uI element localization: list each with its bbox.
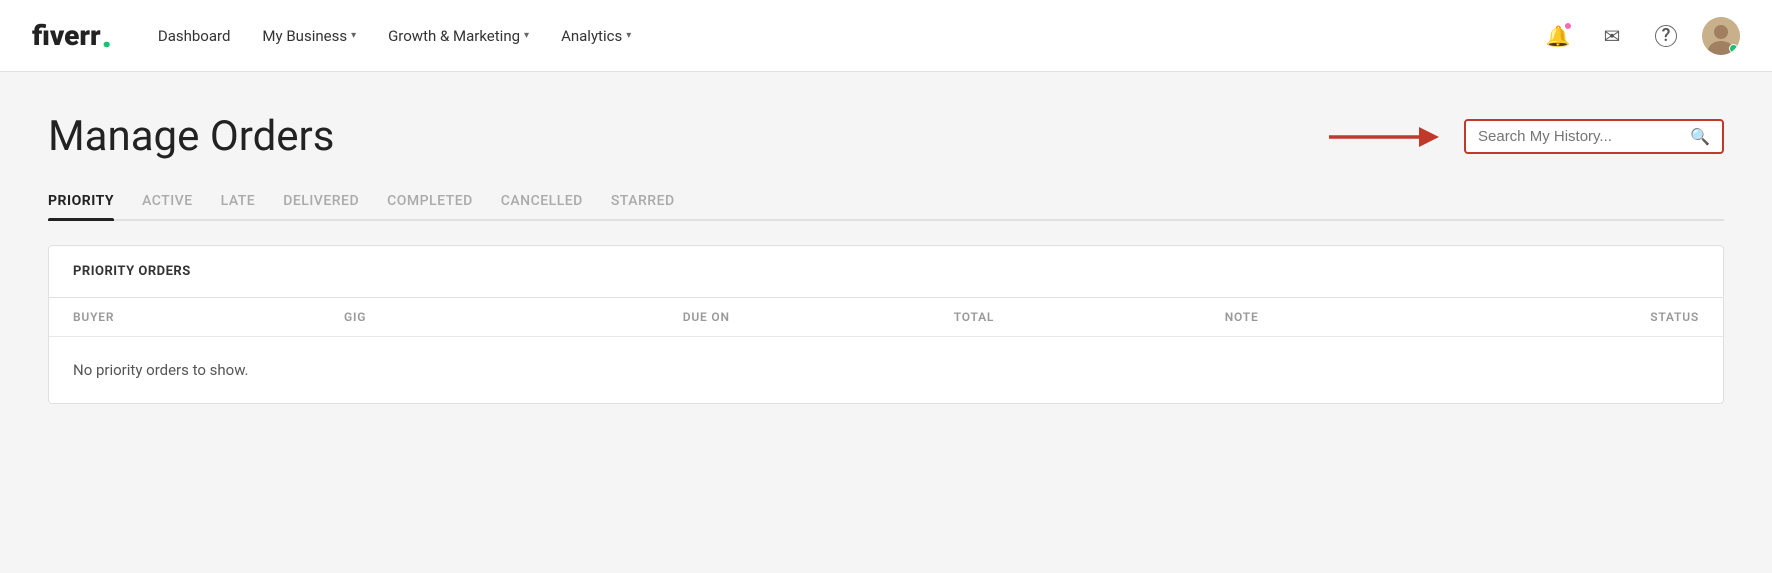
nav-right: 🔔 ✉ ? [1540,17,1740,55]
search-area: 🔍 [1324,117,1724,157]
nav-item-my-business[interactable]: My Business ▾ [248,19,370,53]
col-total: TOTAL [954,310,1225,324]
tab-active[interactable]: ACTIVE [142,193,193,219]
tab-completed[interactable]: COMPLETED [387,193,473,219]
navbar: fiverr. Dashboard My Business ▾ Growth &… [0,0,1772,72]
logo-text: fiverr [32,19,101,52]
page-header: Manage Orders 🔍 [48,112,1724,161]
arrow-annotation [1324,117,1444,157]
mail-icon: ✉ [1604,24,1621,48]
help-button[interactable]: ? [1648,18,1684,54]
main-content: Manage Orders 🔍 PRIORITY ACTIVE LAT [0,72,1772,573]
col-gig: GIG [344,310,683,324]
col-note: NOTE [1225,310,1496,324]
col-status: STATUS [1496,310,1699,324]
page-title: Manage Orders [48,112,334,161]
notification-button[interactable]: 🔔 [1540,18,1576,54]
orders-table-header: BUYER GIG DUE ON TOTAL NOTE STATUS [49,298,1723,337]
nav-item-dashboard[interactable]: Dashboard [144,19,245,53]
online-status-dot [1729,44,1738,53]
tab-late[interactable]: LATE [221,193,256,219]
col-buyer: BUYER [73,310,344,324]
mail-button[interactable]: ✉ [1594,18,1630,54]
fiverr-logo[interactable]: fiverr. [32,19,112,52]
search-icon: 🔍 [1690,127,1710,146]
orders-card: PRIORITY ORDERS BUYER GIG DUE ON TOTAL N… [48,245,1724,404]
order-tabs: PRIORITY ACTIVE LATE DELIVERED COMPLETED… [48,193,1724,221]
orders-empty-message: No priority orders to show. [49,337,1723,403]
nav-item-growth-marketing[interactable]: Growth & Marketing ▾ [374,19,543,53]
chevron-down-icon: ▾ [524,30,529,41]
tab-delivered[interactable]: DELIVERED [283,193,359,219]
notification-dot [1564,22,1572,30]
chevron-down-icon: ▾ [626,30,631,41]
search-input[interactable] [1478,128,1682,145]
arrow-icon [1324,117,1444,157]
chevron-down-icon: ▾ [351,30,356,41]
col-due-on: DUE ON [683,310,954,324]
nav-items: Dashboard My Business ▾ Growth & Marketi… [144,19,1532,53]
tab-starred[interactable]: STARRED [611,193,675,219]
help-icon: ? [1655,25,1677,47]
avatar[interactable] [1702,17,1740,55]
tab-priority[interactable]: PRIORITY [48,193,114,219]
search-box[interactable]: 🔍 [1464,119,1724,154]
nav-item-analytics[interactable]: Analytics ▾ [547,19,645,53]
orders-card-header: PRIORITY ORDERS [49,246,1723,298]
tab-cancelled[interactable]: CANCELLED [501,193,583,219]
